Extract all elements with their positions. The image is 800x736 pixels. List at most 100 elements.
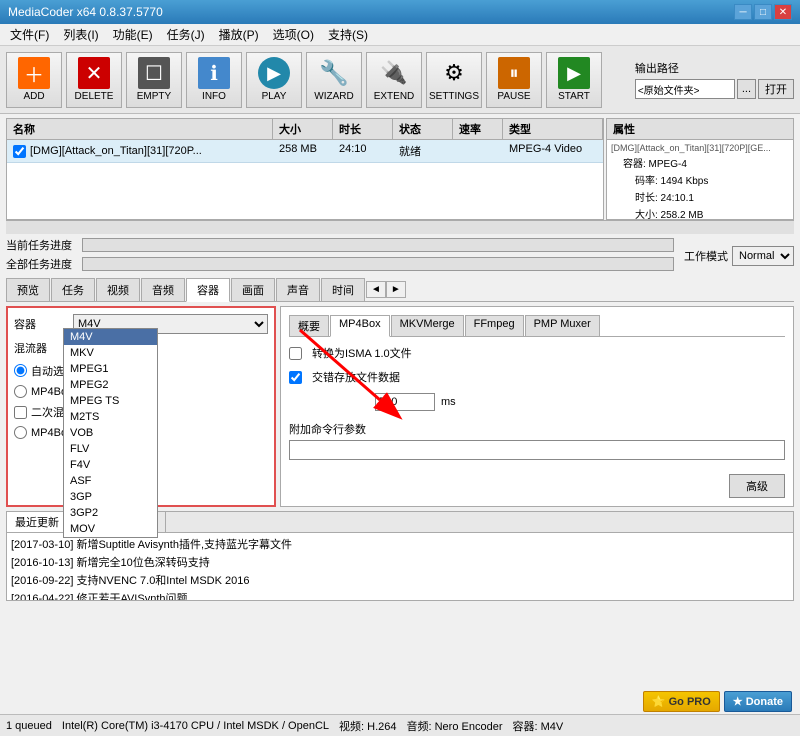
work-mode-select[interactable]: Normal Fast HQ bbox=[732, 246, 794, 266]
list-item: [2016-09-22] 支持NVENC 7.0和Intel MSDK 2016 bbox=[11, 571, 789, 589]
tab-arrow-right[interactable]: ► bbox=[386, 281, 406, 298]
log-date-1: [2016-10-13] bbox=[11, 557, 73, 569]
tab-time[interactable]: 时间 bbox=[321, 278, 365, 301]
menu-task[interactable]: 任务(J) bbox=[161, 24, 211, 45]
col-duration: 时长 bbox=[333, 119, 393, 139]
log-text-2: 支持NVENC 7.0和Intel MSDK 2016 bbox=[76, 575, 249, 587]
menu-options[interactable]: 选项(O) bbox=[267, 24, 320, 45]
dropdown-item-vob[interactable]: VOB bbox=[64, 425, 157, 441]
donate-button[interactable]: ★ Donate bbox=[724, 691, 792, 712]
log-date-0: [2017-03-10] bbox=[11, 539, 73, 551]
tab-preview[interactable]: 预览 bbox=[6, 278, 50, 301]
file-list-header: 名称 大小 时长 状态 速率 类型 bbox=[7, 119, 603, 140]
wizard-button[interactable]: 🔧 WIZARD bbox=[306, 52, 362, 108]
dropdown-item-3gp2[interactable]: 3GP2 bbox=[64, 505, 157, 521]
title-bar: MediaCoder x64 0.8.37.5770 ─ □ ✕ bbox=[0, 0, 800, 24]
sub-tab-mkvmerge[interactable]: MKVMerge bbox=[391, 315, 464, 336]
total-progress-bar bbox=[82, 257, 674, 271]
wizard-icon: 🔧 bbox=[318, 57, 350, 89]
dropdown-item-asf[interactable]: ASF bbox=[64, 473, 157, 489]
current-progress-label: 当前任务进度 bbox=[6, 237, 76, 253]
properties-panel: 属性 [DMG][Attack_on_Titan][31][720P][GE..… bbox=[606, 118, 794, 220]
dropdown-item-m2ts[interactable]: M2TS bbox=[64, 409, 157, 425]
app-title: MediaCoder x64 0.8.37.5770 bbox=[8, 5, 163, 19]
gopro-button[interactable]: ⭐ Go PRO bbox=[643, 691, 720, 712]
interleave-row: 交错存放文件数据 bbox=[289, 369, 785, 385]
auto-select-radio[interactable] bbox=[14, 364, 27, 377]
mp4box-radio2[interactable] bbox=[14, 426, 27, 439]
empty-label: EMPTY bbox=[137, 91, 171, 102]
advanced-button[interactable]: 高级 bbox=[729, 474, 785, 498]
empty-button[interactable]: ☐ EMPTY bbox=[126, 52, 182, 108]
file-list-scrollbar[interactable] bbox=[6, 220, 794, 234]
start-icon: ▶ bbox=[558, 57, 590, 89]
minimize-button[interactable]: ─ bbox=[734, 4, 752, 20]
close-button[interactable]: ✕ bbox=[774, 4, 792, 20]
menu-list[interactable]: 列表(I) bbox=[57, 24, 104, 45]
maximize-button[interactable]: □ bbox=[754, 4, 772, 20]
dropdown-item-mpegts[interactable]: MPEG TS bbox=[64, 393, 157, 409]
isma-checkbox[interactable] bbox=[289, 347, 302, 360]
output-browse-button[interactable]: ... bbox=[737, 79, 756, 99]
sub-tab-mp4box[interactable]: MP4Box bbox=[330, 315, 390, 337]
prop-filename: [DMG][Attack_on_Titan][31][720P][GE... bbox=[611, 142, 789, 154]
dropdown-item-flv[interactable]: FLV bbox=[64, 441, 157, 457]
output-path-input[interactable] bbox=[635, 79, 735, 99]
status-cpu: Intel(R) Core(TM) i3-4170 CPU / Intel MS… bbox=[62, 720, 329, 732]
add-button[interactable]: ＋ ADD bbox=[6, 52, 62, 108]
menu-play[interactable]: 播放(P) bbox=[213, 24, 265, 45]
progress-section: 当前任务进度 全部任务进度 bbox=[6, 237, 674, 275]
file-checkbox[interactable] bbox=[13, 145, 26, 158]
dropdown-item-mpeg2[interactable]: MPEG2 bbox=[64, 377, 157, 393]
log-date-3: [2016-04-22] bbox=[11, 593, 73, 601]
log-tab-updates[interactable]: 最近更新 bbox=[7, 512, 68, 532]
sub-tab-pmpmuxer[interactable]: PMP Muxer bbox=[525, 315, 600, 336]
table-row[interactable]: [DMG][Attack_on_Titan][31][720P... 258 M… bbox=[7, 140, 603, 163]
cmd-input[interactable] bbox=[289, 440, 785, 460]
tab-sound[interactable]: 声音 bbox=[276, 278, 320, 301]
tab-container[interactable]: 容器 bbox=[186, 278, 230, 302]
work-mode-label: 工作模式 bbox=[684, 248, 728, 264]
container-label: 容器 bbox=[14, 316, 69, 332]
tab-video[interactable]: 视频 bbox=[96, 278, 140, 301]
output-open-button[interactable]: 打开 bbox=[758, 79, 794, 99]
delete-icon: ✕ bbox=[78, 57, 110, 89]
dropdown-item-3gp[interactable]: 3GP bbox=[64, 489, 157, 505]
info-icon: ℹ bbox=[198, 57, 230, 89]
pause-icon: ⏸ bbox=[498, 57, 530, 89]
tab-picture[interactable]: 画面 bbox=[231, 278, 275, 301]
add-icon: ＋ bbox=[18, 57, 50, 89]
dropdown-item-mkv[interactable]: MKV bbox=[64, 345, 157, 361]
second-mix-checkbox[interactable] bbox=[14, 406, 27, 419]
pause-button[interactable]: ⏸ PAUSE bbox=[486, 52, 542, 108]
dropdown-item-mpeg1[interactable]: MPEG1 bbox=[64, 361, 157, 377]
delete-button[interactable]: ✕ DELETE bbox=[66, 52, 122, 108]
tab-arrow-left[interactable]: ◄ bbox=[366, 281, 386, 298]
play-button[interactable]: ▶ PLAY bbox=[246, 52, 302, 108]
tab-task[interactable]: 任务 bbox=[51, 278, 95, 301]
tab-audio[interactable]: 音频 bbox=[141, 278, 185, 301]
sub-tab-overview[interactable]: 概要 bbox=[289, 315, 329, 336]
log-date-2: [2016-09-22] bbox=[11, 575, 73, 587]
dropdown-item-f4v[interactable]: F4V bbox=[64, 457, 157, 473]
empty-icon: ☐ bbox=[138, 57, 170, 89]
go-icon: ⭐ bbox=[652, 696, 669, 708]
cmd-area: 附加命令行参数 bbox=[289, 421, 785, 460]
sub-tab-ffmpeg[interactable]: FFmpeg bbox=[465, 315, 524, 336]
menu-function[interactable]: 功能(E) bbox=[107, 24, 159, 45]
dropdown-item-m4v-selected[interactable]: M4V bbox=[64, 329, 157, 345]
menu-file[interactable]: 文件(F) bbox=[4, 24, 55, 45]
settings-button[interactable]: ⚙ SETTINGS bbox=[426, 52, 482, 108]
start-button[interactable]: ▶ START bbox=[546, 52, 602, 108]
menu-bar: 文件(F) 列表(I) 功能(E) 任务(J) 播放(P) 选项(O) 支持(S… bbox=[0, 24, 800, 46]
info-button[interactable]: ℹ INFO bbox=[186, 52, 242, 108]
menu-support[interactable]: 支持(S) bbox=[322, 24, 374, 45]
current-progress-row: 当前任务进度 bbox=[6, 237, 674, 253]
cmd-label: 附加命令行参数 bbox=[289, 421, 785, 437]
dropdown-item-mov[interactable]: MOV bbox=[64, 521, 157, 537]
mp4box-radio1[interactable] bbox=[14, 385, 27, 398]
interleave-checkbox[interactable] bbox=[289, 371, 302, 384]
duration-input[interactable] bbox=[375, 393, 435, 411]
progress-area: 当前任务进度 全部任务进度 工作模式 Normal Fast HQ bbox=[6, 237, 794, 275]
extend-button[interactable]: 🔌 EXTEND bbox=[366, 52, 422, 108]
